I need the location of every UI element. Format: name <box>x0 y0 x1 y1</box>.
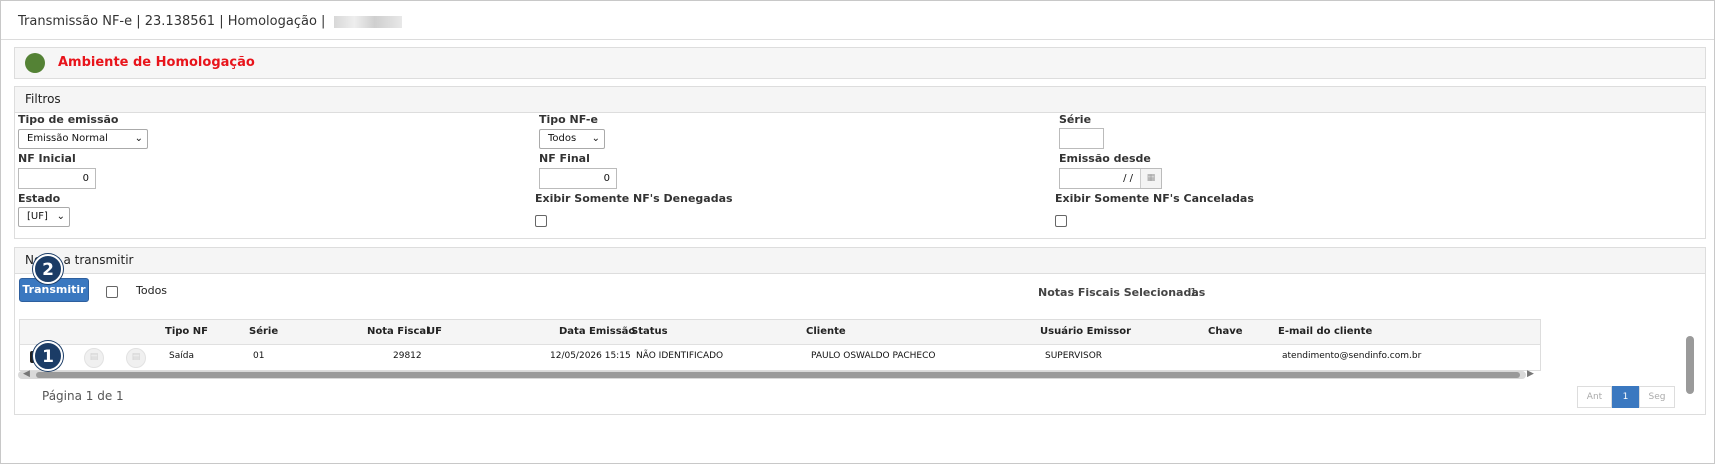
table-header: Tipo NF Série Nota Fiscal UF Data Emissã… <box>20 320 1540 345</box>
tipo-emissao-select[interactable]: Emissão Normal ⌄ <box>18 129 148 149</box>
denegadas-label: Exibir Somente NF's Denegadas <box>535 192 733 205</box>
serie-input[interactable] <box>1059 128 1104 149</box>
cell-data-emissao: 12/05/2026 15:15 <box>550 351 631 361</box>
serie-label: Série <box>1059 113 1092 126</box>
chevron-down-icon: ⌄ <box>591 133 600 144</box>
select-all-checkbox[interactable] <box>106 286 118 298</box>
pagination-text: Página 1 de 1 <box>42 389 124 403</box>
chevron-down-icon: ⌄ <box>134 133 143 144</box>
nf-final-label: NF Final <box>539 152 590 165</box>
tipo-emissao-label: Tipo de emissão <box>18 113 119 126</box>
col-chave[interactable]: Chave <box>1208 326 1243 337</box>
step-1-badge: 1 <box>33 341 63 371</box>
scroll-left-icon[interactable]: ◀ <box>23 369 30 379</box>
col-data-emissao[interactable]: Data Emissão <box>559 326 635 337</box>
scroll-right-icon[interactable]: ▶ <box>1527 369 1534 379</box>
denegadas-checkbox[interactable] <box>535 215 547 227</box>
filters-title: Filtros <box>15 87 1705 113</box>
pagination-next[interactable]: Seg <box>1639 386 1675 408</box>
environment-panel: Ambiente de Homologação <box>14 47 1706 79</box>
chevron-down-icon: ⌄ <box>56 211 65 222</box>
emissao-desde-label: Emissão desde <box>1059 152 1151 165</box>
calendar-icon[interactable]: ▦ <box>1140 169 1161 188</box>
col-usuario[interactable]: Usuário Emissor <box>1040 326 1131 337</box>
cell-status: NÃO IDENTIFICADO <box>636 351 724 361</box>
horizontal-scrollbar-thumb[interactable] <box>36 372 1520 378</box>
table-row[interactable]: ▤ ▤ Saída 01 29812 12/05/2026 15:15 NÃO … <box>20 345 1540 369</box>
canceladas-label: Exibir Somente NF's Canceladas <box>1055 192 1254 205</box>
pdf-icon[interactable]: ▤ <box>126 348 146 368</box>
tipo-nfe-label: Tipo NF-e <box>539 113 598 126</box>
nf-final-input[interactable]: 0 <box>539 168 617 189</box>
cell-tipo-nf: Saída <box>169 351 194 361</box>
canceladas-checkbox[interactable] <box>1055 215 1067 227</box>
redacted-user-name <box>333 15 402 28</box>
col-cliente[interactable]: Cliente <box>806 326 846 337</box>
cell-usuario: SUPERVISOR <box>1045 351 1103 361</box>
selected-count: 1 <box>1190 286 1197 299</box>
cell-email: atendimento@sendinfo.com.br <box>1282 351 1422 361</box>
emissao-desde-input[interactable]: / / ▦ <box>1059 168 1162 189</box>
estado-select[interactable]: [UF] ⌄ <box>18 207 70 227</box>
step-2-badge: 2 <box>33 254 63 284</box>
col-email[interactable]: E-mail do cliente <box>1278 326 1372 337</box>
col-tipo-nf[interactable]: Tipo NF <box>165 326 208 337</box>
estado-value: [UF] <box>27 211 48 222</box>
cell-nota-fiscal: 29812 <box>393 351 422 361</box>
notas-panel: Notas a transmitir Transmitir Todos Nota… <box>14 247 1706 415</box>
col-status[interactable]: Status <box>631 326 668 337</box>
nf-inicial-input[interactable]: 0 <box>18 168 96 189</box>
environment-label: Ambiente de Homologação <box>58 55 255 70</box>
tipo-nfe-value: Todos <box>548 133 577 144</box>
estado-label: Estado <box>18 192 61 205</box>
document-icon[interactable]: ▤ <box>84 348 104 368</box>
title-divider <box>1 39 1714 40</box>
cell-serie: 01 <box>253 351 265 361</box>
pagination-current-page[interactable]: 1 <box>1612 386 1639 408</box>
page-title: Transmissão NF-e | 23.138561 | Homologaç… <box>18 14 402 29</box>
tipo-emissao-value: Emissão Normal <box>27 133 108 144</box>
vertical-scrollbar-thumb[interactable] <box>1686 336 1694 394</box>
col-serie[interactable]: Série <box>249 326 278 337</box>
todos-label: Todos <box>136 284 168 297</box>
selected-label: Notas Fiscais Selecionadas <box>1038 286 1206 299</box>
environment-status-icon <box>25 53 45 73</box>
page-title-text: Transmissão NF-e | 23.138561 | Homologaç… <box>18 14 326 29</box>
cell-cliente: PAULO OSWALDO PACHECO <box>811 351 936 361</box>
filters-panel: Filtros Tipo de emissão Emissão Normal ⌄… <box>14 86 1706 239</box>
emissao-desde-value: / / <box>1123 173 1133 184</box>
notas-title: Notas a transmitir <box>15 248 1705 274</box>
col-uf[interactable]: UF <box>427 326 442 337</box>
tipo-nfe-select[interactable]: Todos ⌄ <box>539 129 605 149</box>
col-nota-fiscal[interactable]: Nota Fiscal <box>367 326 430 337</box>
notas-table: Tipo NF Série Nota Fiscal UF Data Emissã… <box>19 319 1541 371</box>
pagination-prev[interactable]: Ant <box>1577 386 1612 408</box>
nf-inicial-label: NF Inicial <box>18 152 76 165</box>
